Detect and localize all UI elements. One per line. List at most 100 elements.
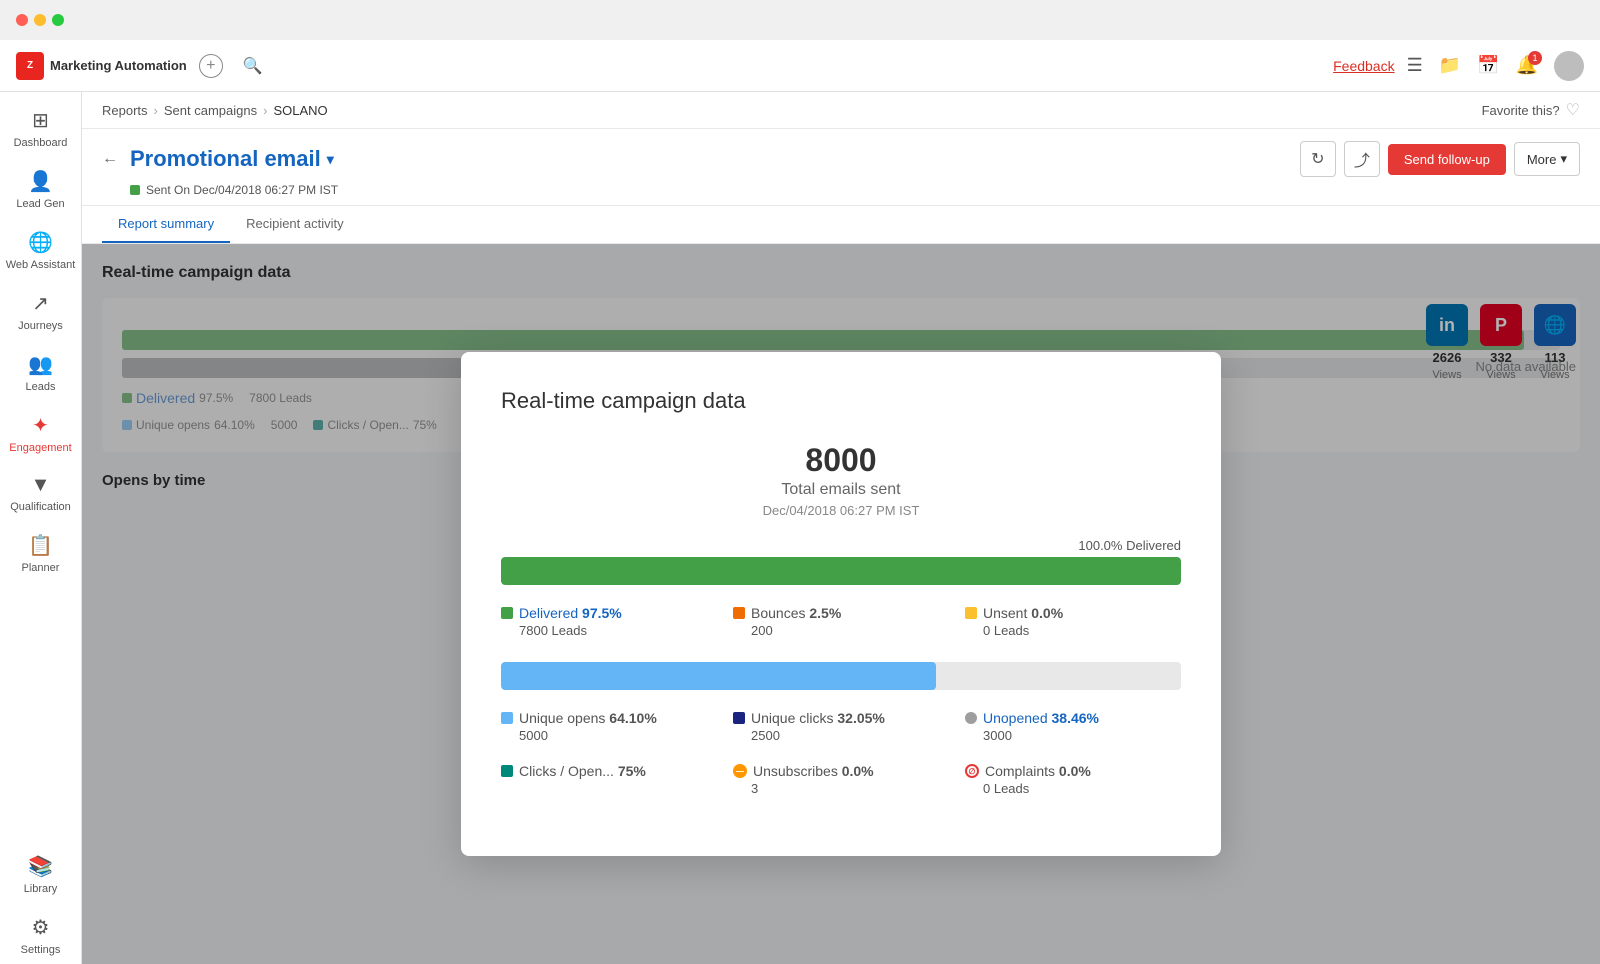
- sidebar-item-leadgen[interactable]: 👤 Lead Gen: [2, 161, 80, 218]
- clicks-open-dot: [501, 765, 513, 777]
- campaign-title-row: ← Promotional email ▾ ↻ ⤴ Send follow-up…: [102, 141, 1580, 177]
- nav-icons: ☰ 📁 📅 🔔 1: [1407, 51, 1584, 81]
- stat-unique-clicks: Unique clicks 32.05% 2500: [733, 710, 949, 743]
- delivered-value: 7800 Leads: [519, 623, 717, 638]
- stat-unique-opens: Unique opens 64.10% 5000: [501, 710, 717, 743]
- modal-title: Real-time campaign data: [501, 388, 1181, 414]
- engagement-icon: ✦: [32, 413, 49, 438]
- sidebar-label-library: Library: [24, 883, 58, 895]
- modal-overlay[interactable]: Real-time campaign data 8000 Total email…: [82, 244, 1600, 964]
- unsubscribes-name: Unsubscribes 0.0%: [753, 763, 874, 779]
- content-area: Reports › Sent campaigns › SOLANO Favori…: [82, 92, 1600, 964]
- open-progress-bar: [501, 662, 1181, 690]
- delivered-label-row: 100.0% Delivered: [501, 538, 1181, 553]
- search-button[interactable]: 🔍: [235, 52, 271, 80]
- breadcrumb-current: SOLANO: [273, 103, 327, 118]
- more-label: More: [1527, 152, 1557, 167]
- campaign-header: ← Promotional email ▾ ↻ ⤴ Send follow-up…: [82, 129, 1600, 206]
- close-dot[interactable]: [16, 14, 28, 26]
- bounces-dot: [733, 607, 745, 619]
- folder-icon[interactable]: 📁: [1439, 55, 1461, 76]
- favorite-text: Favorite this?: [1482, 103, 1560, 118]
- sidebar-item-webassistant[interactable]: 🌐 Web Assistant: [2, 222, 80, 279]
- tab-report-summary[interactable]: Report summary: [102, 206, 230, 243]
- sidebar-item-library[interactable]: 📚 Library: [2, 846, 80, 903]
- unique-opens-value: 5000: [519, 728, 717, 743]
- stat-delivered: Delivered 97.5% 7800 Leads: [501, 605, 717, 638]
- sidebar-label-engagement: Engagement: [9, 442, 71, 454]
- clicks-open-name: Clicks / Open... 75%: [519, 763, 646, 779]
- minimize-dot[interactable]: [34, 14, 46, 26]
- notification-badge: 1: [1528, 51, 1542, 65]
- leads-icon: 👥: [28, 352, 53, 377]
- main-progress-bar: [501, 557, 1181, 585]
- share-button[interactable]: ⤴: [1344, 141, 1380, 177]
- page-content: Real-time campaign data: [82, 244, 1600, 964]
- calendar-icon[interactable]: 📅: [1477, 55, 1499, 76]
- sidebar-label-qualification: Qualification: [10, 501, 71, 513]
- sidebar-item-qualification[interactable]: ▼ Qualification: [2, 466, 80, 521]
- stat-clicks-open: Clicks / Open... 75%: [501, 763, 717, 796]
- sidebar-item-journeys[interactable]: ↗ Journeys: [2, 283, 80, 340]
- title-bar: [0, 0, 1600, 40]
- dashboard-icon: ⊞: [32, 108, 49, 133]
- back-button[interactable]: ←: [102, 150, 118, 168]
- tab-recipient-activity[interactable]: Recipient activity: [230, 206, 360, 243]
- breadcrumb-reports[interactable]: Reports: [102, 103, 148, 118]
- bounces-value: 200: [751, 623, 949, 638]
- stat-bounces: Bounces 2.5% 200: [733, 605, 949, 638]
- unique-opens-dot: [501, 712, 513, 724]
- maximize-dot[interactable]: [52, 14, 64, 26]
- unsent-dot: [965, 607, 977, 619]
- header-actions: ↻ ⤴ Send follow-up More ▾: [1300, 141, 1580, 177]
- qualification-icon: ▼: [31, 474, 51, 497]
- unsent-value: 0 Leads: [983, 623, 1181, 638]
- sidebar-label-settings: Settings: [21, 944, 61, 956]
- breadcrumb-sent-campaigns[interactable]: Sent campaigns: [164, 103, 257, 118]
- delivered-name[interactable]: Delivered 97.5%: [519, 605, 622, 621]
- campaign-title-text: Promotional email: [130, 146, 321, 172]
- stats-grid-1: Delivered 97.5% 7800 Leads Bounces 2.5% …: [501, 605, 1181, 638]
- webassistant-icon: 🌐: [28, 230, 53, 255]
- sent-label: Sent On Dec/04/2018 06:27 PM IST: [146, 183, 338, 197]
- unique-clicks-value: 2500: [751, 728, 949, 743]
- sidebar-label-dashboard: Dashboard: [14, 137, 68, 149]
- send-followup-button[interactable]: Send follow-up: [1388, 144, 1506, 175]
- avatar[interactable]: [1554, 51, 1584, 81]
- progress-bar-fill: [501, 557, 1181, 585]
- breadcrumb-sep2: ›: [263, 103, 267, 118]
- window-controls: [16, 14, 64, 26]
- app-logo: Z Marketing Automation: [16, 52, 187, 80]
- sent-status-dot: [130, 185, 140, 195]
- unopened-dot: [965, 712, 977, 724]
- list-icon[interactable]: ☰: [1407, 55, 1423, 76]
- sidebar-item-settings[interactable]: ⚙ Settings: [2, 907, 80, 964]
- feedback-button[interactable]: Feedback: [1333, 58, 1394, 74]
- breadcrumb-sep1: ›: [154, 103, 158, 118]
- total-emails-section: 8000 Total emails sent Dec/04/2018 06:27…: [501, 442, 1181, 518]
- sidebar-item-dashboard[interactable]: ⊞ Dashboard: [2, 100, 80, 157]
- modal: Real-time campaign data 8000 Total email…: [461, 352, 1221, 856]
- app-name: Marketing Automation: [50, 58, 187, 73]
- sidebar: ⊞ Dashboard 👤 Lead Gen 🌐 Web Assistant ↗…: [0, 92, 82, 964]
- unique-opens-name: Unique opens 64.10%: [519, 710, 657, 726]
- stat-unsubscribes: — Unsubscribes 0.0% 3: [733, 763, 949, 796]
- unopened-name[interactable]: Unopened 38.46%: [983, 710, 1099, 726]
- add-tab-button[interactable]: +: [199, 54, 223, 78]
- sidebar-item-planner[interactable]: 📋 Planner: [2, 525, 80, 582]
- delivered-dot: [501, 607, 513, 619]
- refresh-button[interactable]: ↻: [1300, 141, 1336, 177]
- sidebar-item-leads[interactable]: 👥 Leads: [2, 344, 80, 401]
- favorite-heart-icon[interactable]: ♡: [1566, 100, 1580, 120]
- sidebar-item-engagement[interactable]: ✦ Engagement: [2, 405, 80, 462]
- stats-grid-2: Unique opens 64.10% 5000 Unique clicks 3…: [501, 710, 1181, 796]
- complaints-dot: ∅: [965, 764, 979, 778]
- total-emails-label: Total emails sent: [501, 481, 1181, 499]
- total-emails-count: 8000: [501, 442, 1181, 479]
- sidebar-label-leads: Leads: [26, 381, 56, 393]
- unique-clicks-dot: [733, 712, 745, 724]
- campaign-title-dropdown-icon[interactable]: ▾: [327, 151, 334, 168]
- more-button[interactable]: More ▾: [1514, 142, 1580, 176]
- sidebar-label-planner: Planner: [22, 562, 60, 574]
- notifications-icon[interactable]: 🔔 1: [1516, 55, 1538, 76]
